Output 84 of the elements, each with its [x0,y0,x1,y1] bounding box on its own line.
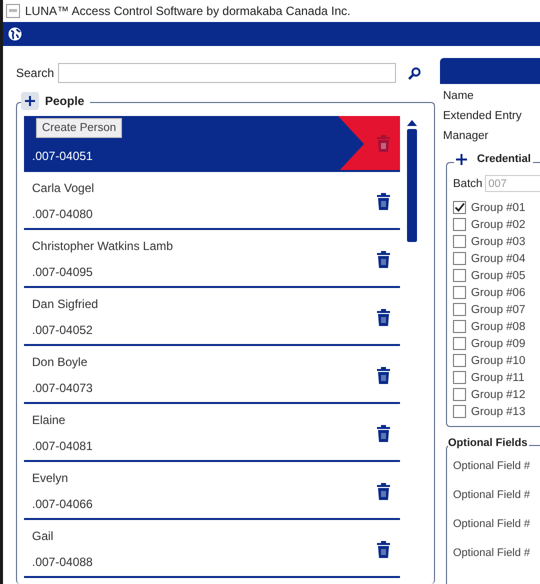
person-name: Carla Vogel [32,181,96,195]
search-label: Search [16,66,54,80]
group-label: Group #09 [471,338,526,350]
tooltip: Create Person [36,118,122,138]
group-checkbox[interactable] [453,303,466,316]
trash-icon [377,366,390,384]
person-number: .007-04080 [32,207,94,221]
batch-field[interactable]: 007 [485,175,540,192]
delete-button[interactable] [377,308,390,326]
group-label: Group #13 [471,406,526,418]
trash-icon [377,424,390,442]
group-checkbox[interactable] [453,354,466,367]
globe-icon[interactable] [8,27,22,41]
optional-field-label: Optional Field # [453,489,532,503]
trash-icon [377,540,390,558]
delete-button[interactable] [377,424,390,442]
delete-button[interactable] [377,482,390,500]
plus-icon [456,154,467,164]
checkmark-icon [454,202,465,213]
person-name: Don Boyle [32,355,88,369]
group-label: Group #06 [471,286,526,298]
group-label: Group #04 [471,252,526,264]
group-label: Group #12 [471,388,526,400]
group-label: Group #11 [471,372,524,384]
group-checkbox[interactable] [453,337,466,350]
person-name: Dan Sigfried [32,297,100,311]
search-button[interactable] [408,66,422,80]
scroll-thumb[interactable] [407,129,417,242]
group-checkbox[interactable] [453,320,466,333]
person-name: Evelyn [32,471,70,485]
group-label: Group #07 [471,304,526,316]
scroll-up-icon[interactable] [407,120,417,126]
search-icon [408,66,422,80]
trash-icon [377,134,390,152]
add-person-button[interactable] [21,92,39,110]
group-checkbox[interactable] [453,371,466,384]
group-label: Group #10 [471,354,526,366]
person-number: .007-04052 [32,323,94,337]
window-title: LUNA™ Access Control Software by dormakaba Canada Inc. [25,4,350,18]
person-number: .007-04073 [32,381,94,395]
person-number: .007-04051 [32,149,94,163]
delete-button[interactable] [377,366,390,384]
trash-icon [377,192,390,210]
credential-title: Credential [477,153,531,165]
person-name: Gail [32,529,54,543]
group-checkbox[interactable] [453,252,466,265]
search-field[interactable] [58,63,396,83]
trash-icon [377,482,390,500]
delete-button[interactable] [377,540,390,558]
person-name: Elaine [32,413,66,427]
group-checkbox[interactable] [453,201,466,214]
group-label: Group #02 [471,218,526,230]
chevron-banner [338,116,400,170]
group-checkbox[interactable] [453,405,466,418]
app-logo-icon [6,4,20,18]
person-number: .007-04095 [32,265,94,279]
group-label: Group #05 [471,270,526,282]
delete-button[interactable] [377,192,390,210]
optional-field-label: Optional Field # [453,547,532,561]
plus-icon [24,95,36,107]
field-label: Manager [442,129,490,144]
add-credential-button[interactable] [456,154,467,164]
person-number: .007-04081 [32,439,94,453]
field-label: Extended Entry [442,109,523,124]
trash-icon [377,250,390,268]
group-label: Group #03 [471,236,526,248]
group-label: Group #01 [471,202,526,214]
people-title: People [45,94,84,108]
person-number: .007-04066 [32,497,94,511]
group-label: Group #08 [471,320,526,332]
optional-field-label: Optional Field # [453,518,532,532]
optional-fields-title: Optional Fields [448,437,530,449]
group-checkbox[interactable] [453,218,466,231]
group-checkbox[interactable] [453,235,466,248]
group-checkbox[interactable] [453,269,466,282]
person-name: Christopher Watkins Lamb [32,239,174,253]
person-number: .007-04088 [32,555,94,569]
batch-label: Batch [453,178,482,190]
trash-icon [377,308,390,326]
delete-button[interactable] [377,250,390,268]
field-label: Name [442,89,475,104]
optional-field-label: Optional Field # [453,460,532,474]
group-checkbox[interactable] [453,388,466,401]
group-checkbox[interactable] [453,286,466,299]
